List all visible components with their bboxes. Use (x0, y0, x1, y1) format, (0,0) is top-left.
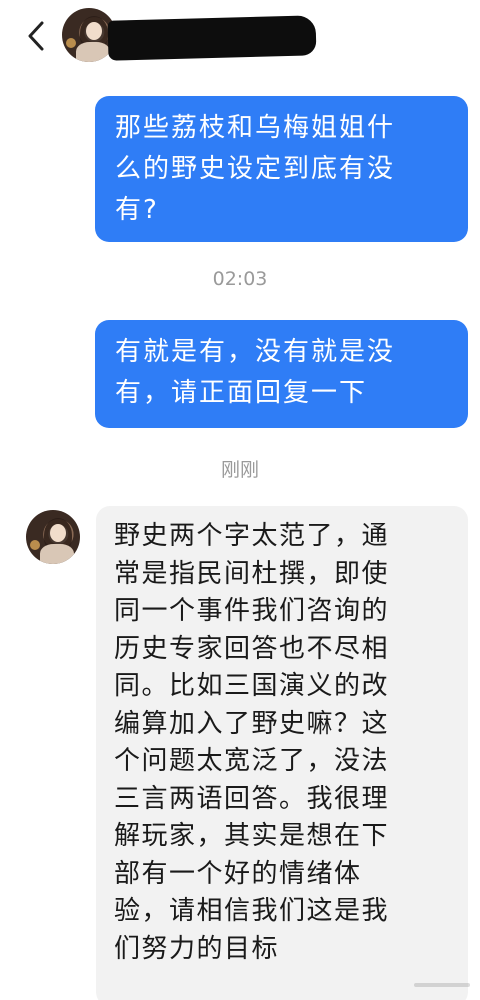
watermark-mark (414, 983, 470, 987)
contact-name-redacted (107, 15, 317, 61)
chevron-left-icon (28, 21, 44, 51)
message-timestamp: 02:03 (212, 268, 268, 290)
incoming-message[interactable]: 野史两个字太范了，通 常是指民间杜撰，即使 同一个事件我们咨询的 历史专家回答也… (96, 506, 468, 1000)
message-timestamp: 刚刚 (220, 459, 259, 481)
outgoing-message[interactable]: 那些荔枝和乌梅姐姐什 么的野史设定到底有没 有? (95, 96, 468, 242)
chat-screen: 那些荔枝和乌梅姐姐什 么的野史设定到底有没 有? 02:03 有就是有，没有就是… (0, 0, 480, 1000)
back-button[interactable] (20, 16, 56, 56)
sender-avatar[interactable] (26, 510, 80, 564)
outgoing-message[interactable]: 有就是有，没有就是没 有，请正面回复一下 (95, 320, 468, 428)
chat-header (0, 0, 480, 78)
